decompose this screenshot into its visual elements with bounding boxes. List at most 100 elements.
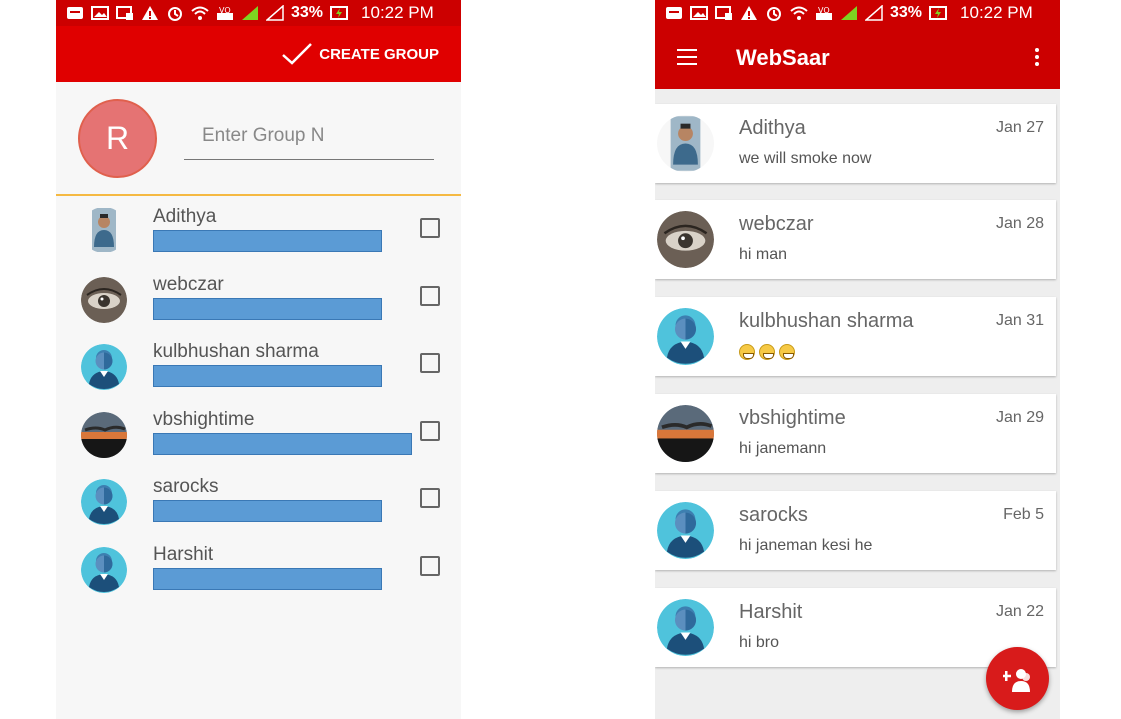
battery-percent: 33% xyxy=(890,4,923,21)
svg-text:VO: VO xyxy=(818,6,830,15)
member-checkbox[interactable] xyxy=(420,488,440,508)
member-row[interactable]: sarocks xyxy=(56,476,461,543)
group-header: R xyxy=(56,82,461,196)
chat-name: kulbhushan sharma xyxy=(739,310,914,332)
toolbar: CREATE GROUP xyxy=(56,26,461,82)
chat-name: vbshightime xyxy=(739,407,846,429)
chat-date: Jan 27 xyxy=(995,119,1044,136)
chat-last-message: we will smoke now xyxy=(739,150,872,167)
add-people-icon xyxy=(1002,668,1030,692)
cast-icon xyxy=(715,5,733,21)
app-title: WebSaar xyxy=(736,45,830,70)
chat-name: Adithya xyxy=(739,117,806,139)
hamburger-menu-icon[interactable] xyxy=(677,49,697,65)
volte-icon: VO xyxy=(216,5,234,21)
chat-avatar xyxy=(657,308,714,365)
chat-avatar xyxy=(657,502,714,559)
grin-emoji-icon xyxy=(779,343,795,360)
image-icon xyxy=(690,5,708,21)
chat-item[interactable]: webczar Jan 28 hi man xyxy=(655,200,1056,279)
warning-icon xyxy=(141,5,159,21)
redacted-bar xyxy=(153,433,412,455)
alarm-icon xyxy=(765,5,783,21)
chat-list-screen: VO 33% 10:22 PM WebSaar Adithya Jan 27 w… xyxy=(655,0,1060,719)
grin-emoji-icon xyxy=(739,343,755,360)
signal-icon-2 xyxy=(265,4,284,21)
clock: 10:22 PM xyxy=(960,3,1033,22)
redacted-bar xyxy=(153,298,382,320)
redacted-bar xyxy=(153,500,382,522)
redacted-bar xyxy=(153,365,382,387)
group-avatar-letter: R xyxy=(105,120,130,156)
chat-date: Jan 29 xyxy=(995,409,1044,426)
status-bar: VO 33% 10:22 PM xyxy=(56,0,461,26)
create-group-screen: VO 33% 10:22 PM CREATE GROUP R Adithya xyxy=(56,0,461,719)
chat-date: Jan 22 xyxy=(995,603,1044,620)
group-name-input[interactable] xyxy=(184,112,434,160)
member-name: kulbhushan sharma xyxy=(153,341,319,362)
chat-last-message: hi bro xyxy=(739,634,780,651)
redacted-bar xyxy=(153,568,382,590)
wifi-icon xyxy=(191,5,209,21)
app-bar: WebSaar xyxy=(655,26,1060,89)
redacted-bar xyxy=(153,230,382,252)
chat-date: Jan 31 xyxy=(995,312,1044,329)
member-row[interactable]: webczar xyxy=(56,274,461,341)
volte-icon: VO xyxy=(815,5,833,21)
member-name: webczar xyxy=(153,274,224,295)
chat-last-message: hi janemann xyxy=(739,440,827,457)
chat-date: Jan 28 xyxy=(995,215,1044,232)
battery-icon xyxy=(330,5,349,21)
warning-icon xyxy=(740,5,758,21)
member-name: vbshightime xyxy=(153,409,255,430)
more-options-icon[interactable] xyxy=(1034,48,1040,68)
battery-icon xyxy=(929,5,948,21)
member-avatar xyxy=(81,479,127,525)
clock: 10:22 PM xyxy=(361,3,434,22)
chat-item[interactable]: sarocks Feb 5 hi janeman kesi he xyxy=(655,491,1056,570)
member-row[interactable]: Harshit xyxy=(56,544,461,611)
chat-avatar xyxy=(657,599,714,656)
create-group-label: CREATE GROUP xyxy=(319,45,439,63)
grin-emoji-icon xyxy=(759,343,775,360)
member-checkbox[interactable] xyxy=(420,353,440,373)
member-row[interactable]: Adithya xyxy=(56,206,461,273)
chat-avatar xyxy=(657,115,714,172)
member-avatar xyxy=(81,412,127,458)
member-avatar xyxy=(81,277,127,323)
member-checkbox[interactable] xyxy=(420,218,440,238)
signal-icon-2 xyxy=(864,4,883,21)
member-name: sarocks xyxy=(153,476,219,497)
member-row[interactable]: kulbhushan sharma xyxy=(56,341,461,408)
chat-name: webczar xyxy=(739,213,814,235)
member-avatar xyxy=(81,344,127,390)
image-icon xyxy=(91,5,109,21)
create-group-button[interactable]: CREATE GROUP xyxy=(281,42,439,66)
member-checkbox[interactable] xyxy=(420,421,440,441)
status-bar: VO 33% 10:22 PM xyxy=(655,0,1060,26)
group-avatar[interactable]: R xyxy=(78,99,157,178)
chat-name: Harshit xyxy=(739,601,803,623)
wifi-icon xyxy=(790,5,808,21)
add-group-fab[interactable] xyxy=(986,647,1049,710)
svg-text:VO: VO xyxy=(219,6,231,15)
battery-percent: 33% xyxy=(291,4,324,21)
member-row[interactable]: vbshightime xyxy=(56,409,461,476)
chat-item[interactable]: kulbhushan sharma Jan 31 xyxy=(655,297,1056,376)
member-checkbox[interactable] xyxy=(420,286,440,306)
check-icon xyxy=(282,43,313,65)
chat-avatar xyxy=(657,405,714,462)
member-checkbox[interactable] xyxy=(420,556,440,576)
alarm-icon xyxy=(166,5,184,21)
member-avatar xyxy=(81,207,127,253)
signal-icon xyxy=(840,5,858,21)
chat-name: sarocks xyxy=(739,504,808,526)
chat-last-message xyxy=(739,343,799,361)
chat-item[interactable]: Adithya Jan 27 we will smoke now xyxy=(655,104,1056,183)
chat-last-message: hi man xyxy=(739,246,788,263)
message-icon xyxy=(66,5,84,21)
signal-icon xyxy=(241,5,259,21)
member-name: Harshit xyxy=(153,544,214,565)
chat-item[interactable]: vbshightime Jan 29 hi janemann xyxy=(655,394,1056,473)
member-name: Adithya xyxy=(153,206,217,227)
